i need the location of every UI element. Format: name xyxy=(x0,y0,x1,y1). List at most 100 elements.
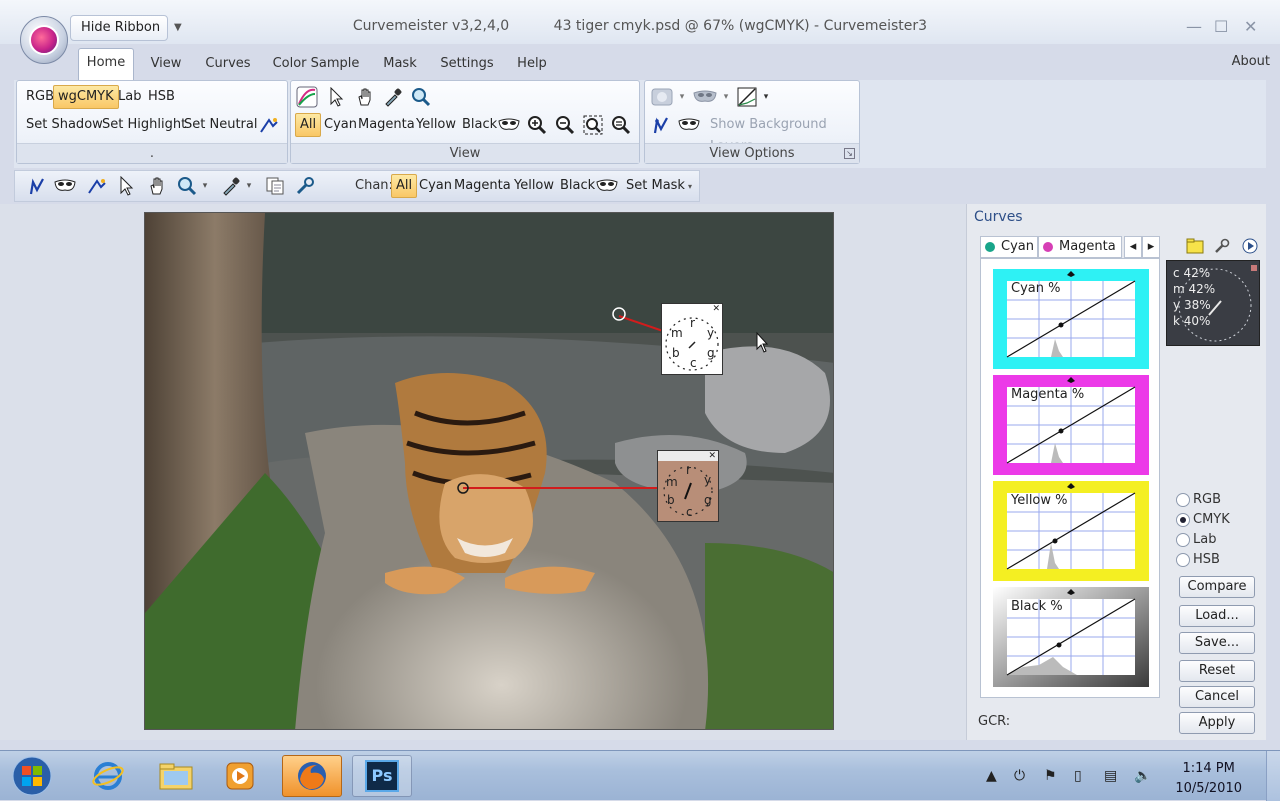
set-shadow-button[interactable]: Set Shadow xyxy=(21,113,108,137)
curve-display-icon[interactable] xyxy=(735,85,759,109)
toolbar-eyedropper-icon[interactable] xyxy=(219,174,243,198)
curves-tab-magenta[interactable]: Magenta xyxy=(1038,236,1122,258)
toolbar-copy-icon[interactable] xyxy=(263,174,287,198)
view-channel-all-button[interactable]: All xyxy=(295,113,322,137)
panel-wrench-icon[interactable] xyxy=(1214,238,1230,254)
compare-button[interactable]: Compare xyxy=(1179,576,1255,598)
network-icon[interactable]: ▤ xyxy=(1104,768,1117,784)
zoom-fit-icon[interactable] xyxy=(581,113,605,137)
sample-point-2-close-icon[interactable]: ✕ xyxy=(708,451,716,461)
show-background-layers-button[interactable]: Show Background Layers xyxy=(705,113,859,154)
application-button[interactable] xyxy=(20,16,68,64)
tab-settings[interactable]: Settings xyxy=(436,50,498,80)
set-mask-dropdown-icon[interactable]: ▾ xyxy=(685,174,695,198)
sample-point-2[interactable]: ✕ r y g c b m xyxy=(657,450,719,522)
curve-display-dropdown-icon[interactable]: ▾ xyxy=(759,85,773,109)
toolbar-channel-black-button[interactable]: Black xyxy=(555,174,600,198)
curves-tab-cyan[interactable]: Cyan xyxy=(980,236,1038,258)
zoom-magnifier-icon[interactable] xyxy=(409,85,433,109)
eyedropper-icon[interactable] xyxy=(381,85,405,109)
toolbar-hand-icon[interactable] xyxy=(145,174,169,198)
tab-color-sample[interactable]: Color Sample xyxy=(268,50,364,80)
tray-expand-icon[interactable]: ▲ xyxy=(986,768,997,784)
tab-help[interactable]: Help xyxy=(510,50,554,80)
zoom-actual-icon[interactable] xyxy=(609,113,633,137)
tab-curves[interactable]: Curves xyxy=(200,50,256,80)
sample-point-1[interactable]: ✕ r y g c b m xyxy=(661,303,723,375)
folder-icon[interactable] xyxy=(1186,238,1204,254)
yellow-curve[interactable]: Yellow % xyxy=(993,481,1149,581)
device-icon[interactable]: ▯ xyxy=(1074,768,1082,784)
media-player-icon[interactable] xyxy=(210,755,270,797)
close-button[interactable]: ✕ xyxy=(1244,17,1257,36)
curvemeister-icon[interactable] xyxy=(295,85,319,109)
toolbar-zoom-icon[interactable] xyxy=(175,174,199,198)
sample-point-1-close-icon[interactable]: ✕ xyxy=(712,304,720,314)
mask-view-dropdown-icon[interactable]: ▾ xyxy=(719,85,733,109)
reset-button[interactable]: Reset xyxy=(1179,660,1255,682)
set-neutral-button[interactable]: Set Neutral xyxy=(179,113,262,137)
tiger-photo[interactable]: ✕ r y g c b m ✕ r y g c b m xyxy=(144,212,834,730)
view-channel-magenta-button[interactable]: Magenta xyxy=(353,113,420,137)
photoshop-icon[interactable]: Ps xyxy=(352,755,412,797)
mask-view-icon[interactable] xyxy=(691,85,719,109)
maximize-button[interactable]: ☐ xyxy=(1214,17,1228,36)
mode-hsb-button[interactable]: HSB xyxy=(143,85,180,109)
tab-mask[interactable]: Mask xyxy=(376,50,424,80)
show-desktop-button[interactable] xyxy=(1266,751,1280,801)
set-mask-button[interactable]: Set Mask xyxy=(621,174,690,198)
tab-home[interactable]: Home xyxy=(78,48,134,81)
app-version-title: Curvemeister v3,2,4,0 xyxy=(352,18,510,34)
mode-wgcmyk-button[interactable]: wgCMYK xyxy=(53,85,119,109)
toolbar-eyedropper-dropdown-icon[interactable]: ▾ xyxy=(243,174,255,198)
cancel-button[interactable]: Cancel xyxy=(1179,686,1255,708)
toolbar-mask-set-icon[interactable] xyxy=(595,174,619,198)
internet-explorer-icon[interactable] xyxy=(78,755,138,797)
curves-tab-scroll-left-icon[interactable]: ◂ xyxy=(1124,236,1142,258)
zoom-out-icon[interactable] xyxy=(553,113,577,137)
hide-ribbon-button[interactable]: Hide Ribbon xyxy=(70,15,168,41)
quick-access-dropdown-icon[interactable]: ▼ xyxy=(174,22,182,33)
background-layer-icon[interactable] xyxy=(649,85,675,109)
curve-tool-icon[interactable] xyxy=(649,113,673,137)
about-link[interactable]: About xyxy=(1232,54,1270,69)
zoom-in-icon[interactable] xyxy=(525,113,549,137)
start-button[interactable] xyxy=(6,755,58,797)
toolbar-wrench-icon[interactable] xyxy=(293,174,317,198)
toolbar-zoom-dropdown-icon[interactable]: ▾ xyxy=(199,174,211,198)
hand-pan-icon[interactable] xyxy=(353,85,377,109)
panel-play-icon[interactable] xyxy=(1242,238,1258,254)
background-layer-dropdown-icon[interactable]: ▾ xyxy=(675,85,689,109)
mask-toggle-icon[interactable] xyxy=(677,113,701,137)
sample-point-1-y: y xyxy=(707,326,715,340)
mode-lab-button[interactable]: Lab xyxy=(113,85,146,109)
apply-button[interactable]: Apply xyxy=(1179,712,1255,734)
set-highlight-button[interactable]: Set Highlight xyxy=(97,113,191,137)
action-center-flag-icon[interactable]: ⚑ xyxy=(1044,768,1057,784)
file-explorer-icon[interactable] xyxy=(146,755,206,797)
power-icon[interactable]: ⏻ xyxy=(1014,768,1025,784)
pointer-arrow-icon[interactable] xyxy=(325,85,349,109)
toolbar-auto-points-icon[interactable] xyxy=(85,174,109,198)
load-button[interactable]: Load... xyxy=(1179,605,1255,627)
curves-tab-scroll-right-icon[interactable]: ▸ xyxy=(1142,236,1160,258)
tab-view[interactable]: View xyxy=(144,50,188,80)
black-curve[interactable]: Black % xyxy=(993,587,1149,687)
toolbar-mask-icon[interactable] xyxy=(53,174,77,198)
cyan-curve[interactable]: Cyan % xyxy=(993,269,1149,369)
dialog-launcher-icon[interactable]: ↘ xyxy=(844,148,855,159)
toolbar-curve-tool-icon[interactable] xyxy=(25,174,49,198)
view-channel-black-button[interactable]: Black xyxy=(457,113,502,137)
firefox-icon[interactable] xyxy=(282,755,342,797)
clock[interactable]: 1:14 PM 10/5/2010 xyxy=(1175,759,1242,799)
minimize-button[interactable]: — xyxy=(1186,17,1202,36)
save-button[interactable]: Save... xyxy=(1179,632,1255,654)
toolbar-channel-yellow-button[interactable]: Yellow xyxy=(509,174,559,198)
auto-set-points-icon[interactable] xyxy=(257,113,281,137)
toolbar-pointer-icon[interactable] xyxy=(115,174,139,198)
view-channel-yellow-button[interactable]: Yellow xyxy=(411,113,461,137)
toolbar-channel-magenta-button[interactable]: Magenta xyxy=(449,174,516,198)
magenta-curve[interactable]: Magenta % xyxy=(993,375,1149,475)
mask-icon[interactable] xyxy=(497,113,521,137)
volume-icon[interactable]: 🔈 xyxy=(1134,768,1151,784)
